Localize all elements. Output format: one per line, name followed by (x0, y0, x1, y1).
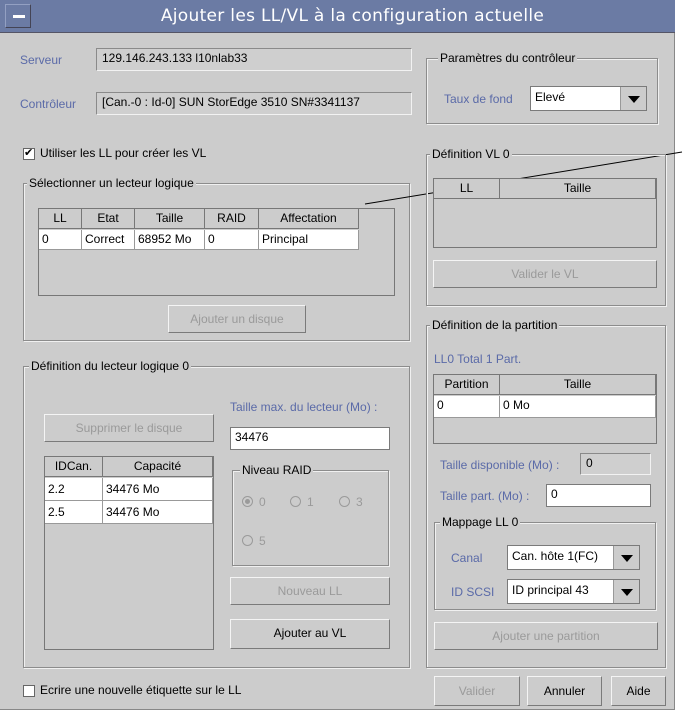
table-cell[interactable]: 68952 Mo (135, 230, 205, 250)
partition-col-size[interactable]: Taille (500, 375, 656, 395)
use-ll-checkbox[interactable] (23, 146, 35, 160)
channel-select-value: Can. hôte 1(FC) (512, 549, 599, 563)
table-cell[interactable]: 0 Mo (500, 396, 656, 418)
add-partition-button-label: Ajouter une partition (492, 629, 600, 643)
radio-selected-icon (242, 496, 253, 507)
raid-radio-3-label: 3 (356, 495, 363, 509)
mapping-legend: Mappage LL 0 (440, 515, 521, 529)
ld-def-legend: Définition du lecteur logique 0 (29, 359, 192, 373)
remove-disk-button-label: Supprimer le disque (75, 421, 183, 435)
window-title: Ajouter les LL/VL à la configuration act… (160, 6, 545, 26)
raid-radio-5-label: 5 (259, 534, 266, 548)
raid-radio-1[interactable]: 1 (290, 495, 314, 509)
max-size-input[interactable]: 34476 (230, 427, 390, 450)
ld-table: LL Etat Taille RAID Affectation 0 Correc… (38, 208, 395, 296)
channel-select[interactable]: Can. hôte 1(FC) (507, 545, 640, 570)
ld-col-ll[interactable]: LL (39, 209, 82, 229)
rate-label: Taux de fond (444, 92, 513, 106)
table-cell[interactable]: 34476 Mo (103, 478, 213, 501)
add-partition-button[interactable]: Ajouter une partition (434, 622, 658, 650)
scsi-id-select[interactable]: ID principal 43 (507, 579, 640, 604)
channel-label: Canal (451, 551, 483, 565)
available-size-field: 0 (580, 453, 651, 475)
add-to-vl-button-label: Ajouter au VL (273, 626, 347, 640)
vl-col-size[interactable]: Taille (500, 179, 656, 199)
cancel-button[interactable]: Annuler (527, 676, 602, 706)
disk-table: IDCan. Capacité 2.2 34476 Mo 2.5 34476 M… (44, 456, 214, 650)
help-button-label: Aide (626, 684, 651, 698)
add-disk-button[interactable]: Ajouter un disque (168, 305, 306, 333)
table-cell[interactable]: 0 (39, 230, 82, 250)
table-cell[interactable]: 2.2 (45, 478, 103, 501)
ld-col-raid[interactable]: RAID (205, 209, 259, 229)
table-cell[interactable]: 2.5 (45, 501, 103, 524)
raid-level-legend: Niveau RAID (240, 463, 314, 477)
validate-vl-button[interactable]: Valider le VL (433, 260, 657, 288)
title-bar[interactable]: Ajouter les LL/VL à la configuration act… (0, 0, 675, 33)
add-to-vl-button[interactable]: Ajouter au VL (230, 619, 390, 649)
raid-radio-0-label: 0 (259, 495, 266, 509)
scsi-id-select-value: ID principal 43 (512, 583, 589, 597)
use-ll-label: Utiliser les LL pour créer les VL (40, 146, 207, 160)
vl-col-ll[interactable]: LL (434, 179, 500, 199)
disk-col-capacity[interactable]: Capacité (103, 457, 213, 477)
part-size-label: Taille part. (Mo) : (440, 489, 530, 503)
controller-label: Contrôleur (20, 97, 77, 111)
help-button[interactable]: Aide (611, 676, 666, 706)
raid-level-group (232, 470, 389, 566)
vl-table: LL Taille (433, 178, 657, 248)
partition-table: Partition Taille 0 0 Mo (433, 374, 657, 444)
radio-icon (290, 496, 301, 507)
chevron-down-icon[interactable] (620, 87, 646, 110)
validate-vl-button-label: Valider le VL (511, 267, 579, 281)
new-ll-button-label: Nouveau LL (277, 584, 343, 598)
validate-button-label: Valider (458, 684, 496, 698)
new-ll-button[interactable]: Nouveau LL (230, 577, 390, 605)
validate-button[interactable]: Valider (434, 676, 520, 706)
raid-radio-5[interactable]: 5 (242, 534, 266, 548)
table-cell[interactable]: Principal (259, 230, 359, 250)
server-field: 129.146.243.133 l10nlab33 (96, 48, 412, 71)
raid-radio-1-label: 1 (307, 495, 314, 509)
radio-icon (339, 496, 350, 507)
part-size-input[interactable]: 0 (546, 484, 651, 507)
rate-select[interactable]: Elevé (530, 86, 647, 111)
ld-col-assignment[interactable]: Affectation (259, 209, 359, 229)
raid-radio-0[interactable]: 0 (242, 495, 266, 509)
chevron-down-icon[interactable] (613, 580, 639, 603)
rate-select-value: Elevé (535, 90, 566, 104)
table-cell[interactable]: Correct (82, 230, 135, 250)
partition-summary: LL0 Total 1 Part. (434, 352, 522, 366)
new-label-checkbox[interactable] (23, 685, 35, 697)
partition-col-partition[interactable]: Partition (434, 375, 500, 395)
cancel-button-label: Annuler (543, 684, 586, 698)
ld-col-state[interactable]: Etat (82, 209, 135, 229)
new-label-checkbox-label: Ecrire une nouvelle étiquette sur le LL (40, 683, 242, 697)
vl-def-legend: Définition VL 0 (430, 147, 512, 161)
remove-disk-button[interactable]: Supprimer le disque (44, 414, 214, 442)
raid-radio-3[interactable]: 3 (339, 495, 363, 509)
ld-col-size[interactable]: Taille (135, 209, 205, 229)
add-disk-button-label: Ajouter un disque (190, 312, 284, 326)
available-size-label: Taille disponible (Mo) : (440, 458, 560, 472)
controller-field: [Can.-0 : Id-0] SUN StorEdge 3510 SN#334… (96, 92, 412, 115)
dialog-window: Ajouter les LL/VL à la configuration act… (0, 0, 683, 710)
table-cell[interactable]: 0 (434, 396, 500, 418)
table-cell[interactable]: 34476 Mo (103, 501, 213, 524)
select-ld-legend: Sélectionner un lecteur logique (27, 176, 196, 190)
chevron-down-icon[interactable] (613, 546, 639, 569)
controller-params-legend: Paramètres du contrôleur (438, 51, 578, 65)
window-menu-button[interactable] (5, 4, 31, 28)
max-size-label: Taille max. du lecteur (Mo) : (230, 400, 378, 414)
table-cell[interactable]: 0 (205, 230, 259, 250)
radio-icon (242, 535, 253, 546)
partition-legend: Définition de la partition (430, 318, 560, 332)
disk-col-channel[interactable]: IDCan. (45, 457, 103, 477)
scsi-id-label: ID SCSI (451, 585, 495, 599)
server-label: Serveur (20, 53, 63, 67)
